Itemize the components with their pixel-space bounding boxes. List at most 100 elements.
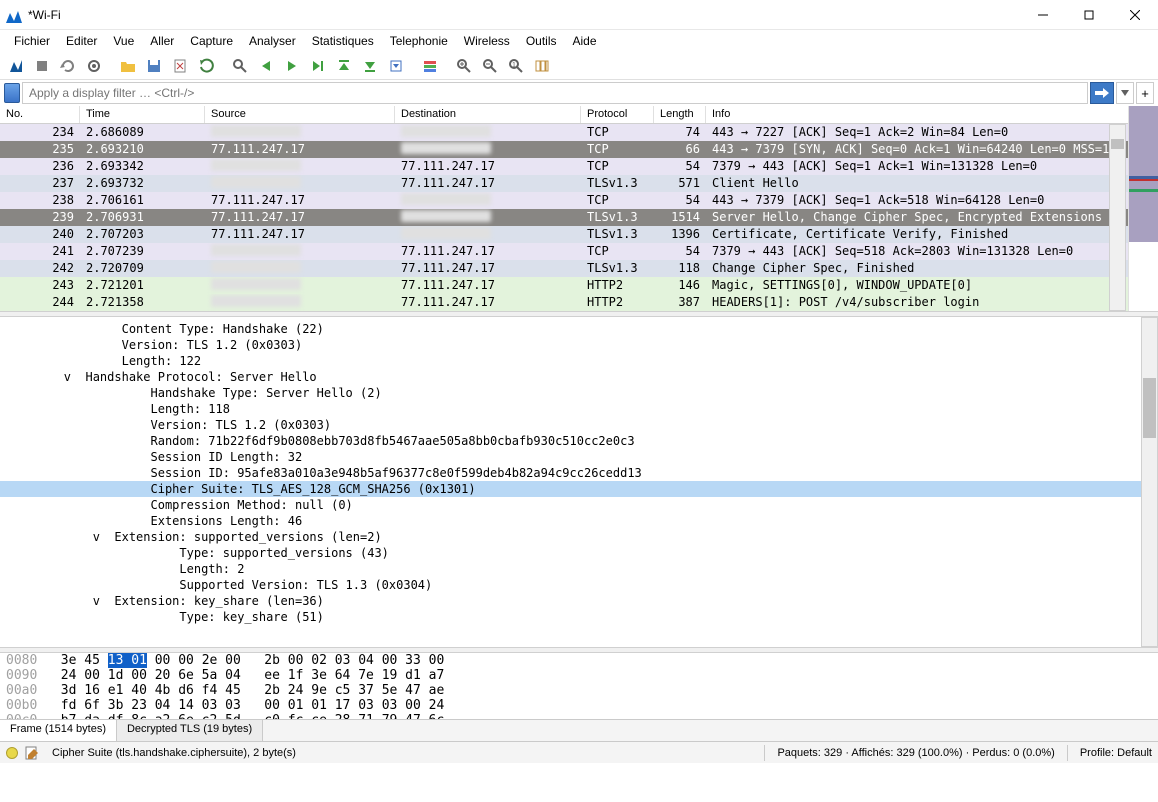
packet-row[interactable]: 2382.70616177.111.247.17TCP54443 → 7379 … <box>0 192 1158 209</box>
zoom-reset-button[interactable]: 1 <box>504 54 528 78</box>
menu-editer[interactable]: Editer <box>58 32 105 50</box>
packet-minimap[interactable] <box>1128 106 1158 311</box>
detail-line[interactable]: Extensions Length: 46 <box>0 513 1158 529</box>
shark-fin-icon <box>8 58 24 74</box>
restart-capture-button[interactable] <box>56 54 80 78</box>
packet-row[interactable]: 2432.72120177.111.247.17HTTP2146Magic, S… <box>0 277 1158 294</box>
detail-line[interactable]: Version: TLS 1.2 (0x0303) <box>0 417 1158 433</box>
menu-aller[interactable]: Aller <box>142 32 182 50</box>
detail-line[interactable]: Cipher Suite: TLS_AES_128_GCM_SHA256 (0x… <box>0 481 1158 497</box>
maximize-icon <box>1084 10 1094 20</box>
close-button[interactable] <box>1112 0 1158 30</box>
hex-line[interactable]: 0090 24 00 1d 00 20 6e 5a 04 ee 1f 3e 64… <box>6 668 1152 683</box>
zoom-in-button[interactable] <box>452 54 476 78</box>
minimize-button[interactable] <box>1020 0 1066 30</box>
scrollbar-thumb[interactable] <box>1143 378 1156 438</box>
detail-line[interactable]: Session ID: 95afe83a010a3e948b5af96377c8… <box>0 465 1158 481</box>
packet-list[interactable]: No. Time Source Destination Protocol Len… <box>0 106 1158 311</box>
filter-bookmark-button[interactable] <box>4 83 20 103</box>
save-file-button[interactable] <box>142 54 166 78</box>
display-filter-input[interactable] <box>22 82 1088 104</box>
menu-aide[interactable]: Aide <box>565 32 605 50</box>
packet-row[interactable]: 2342.686089TCP74443 → 7227 [ACK] Seq=1 A… <box>0 124 1158 141</box>
capture-options-button[interactable] <box>82 54 106 78</box>
hex-line[interactable]: 00b0 fd 6f 3b 23 04 14 03 03 00 01 01 17… <box>6 698 1152 713</box>
packet-list-header[interactable]: No. Time Source Destination Protocol Len… <box>0 106 1158 124</box>
scrollbar-thumb[interactable] <box>1111 139 1124 149</box>
packet-list-scrollbar[interactable] <box>1109 124 1126 311</box>
detail-line[interactable]: Handshake Type: Server Hello (2) <box>0 385 1158 401</box>
detail-line[interactable]: Type: supported_versions (43) <box>0 545 1158 561</box>
go-last-button[interactable] <box>358 54 382 78</box>
close-file-button[interactable] <box>168 54 192 78</box>
detail-line[interactable]: Length: 2 <box>0 561 1158 577</box>
detail-line[interactable]: Version: TLS 1.2 (0x0303) <box>0 337 1158 353</box>
filter-dropdown-button[interactable] <box>1116 82 1134 104</box>
open-file-button[interactable] <box>116 54 140 78</box>
go-first-button[interactable] <box>332 54 356 78</box>
column-destination[interactable]: Destination <box>395 106 581 123</box>
detail-line[interactable]: Length: 122 <box>0 353 1158 369</box>
cell: Server Hello, Change Cipher Spec, Encryp… <box>706 209 1158 226</box>
cell: 7379 → 443 [ACK] Seq=1 Ack=1 Win=131328 … <box>706 158 1158 175</box>
go-back-button[interactable] <box>254 54 278 78</box>
menu-analyser[interactable]: Analyser <box>241 32 304 50</box>
packet-row[interactable]: 2412.70723977.111.247.17TCP547379 → 443 … <box>0 243 1158 260</box>
column-protocol[interactable]: Protocol <box>581 106 654 123</box>
detail-line[interactable]: Type: key_share (51) <box>0 609 1158 625</box>
packet-row[interactable]: 2362.69334277.111.247.17TCP547379 → 443 … <box>0 158 1158 175</box>
detail-line[interactable]: Supported Version: TLS 1.3 (0x0304) <box>0 577 1158 593</box>
detail-line[interactable]: v Extension: key_share (len=36) <box>0 593 1158 609</box>
menu-statistiques[interactable]: Statistiques <box>304 32 382 50</box>
column-length[interactable]: Length <box>654 106 706 123</box>
detail-line[interactable]: Session ID Length: 32 <box>0 449 1158 465</box>
packet-row[interactable]: 2402.70720377.111.247.17TLSv1.31396Certi… <box>0 226 1158 243</box>
auto-scroll-button[interactable] <box>384 54 408 78</box>
menu-outils[interactable]: Outils <box>518 32 565 50</box>
resize-columns-button[interactable] <box>530 54 554 78</box>
packet-details-pane[interactable]: Content Type: Handshake (22) Version: TL… <box>0 317 1158 647</box>
hex-line[interactable]: 0080 3e 45 13 01 00 00 2e 00 2b 00 02 03… <box>6 653 1152 668</box>
menu-telephonie[interactable]: Telephonie <box>382 32 456 50</box>
tab-frame[interactable]: Frame (1514 bytes) <box>0 720 117 741</box>
menu-wireless[interactable]: Wireless <box>456 32 518 50</box>
detail-line[interactable]: Random: 71b22f6df9b0808ebb703d8fb5467aae… <box>0 433 1158 449</box>
column-time[interactable]: Time <box>80 106 205 123</box>
detail-scrollbar[interactable] <box>1141 317 1158 647</box>
packet-row[interactable]: 2352.69321077.111.247.17TCP66443 → 7379 … <box>0 141 1158 158</box>
svg-text:1: 1 <box>512 62 516 69</box>
packet-row[interactable]: 2372.69373277.111.247.17TLSv1.3571Client… <box>0 175 1158 192</box>
packet-row[interactable]: 2442.72135877.111.247.17HTTP2387HEADERS[… <box>0 294 1158 311</box>
find-packet-button[interactable] <box>228 54 252 78</box>
column-source[interactable]: Source <box>205 106 395 123</box>
expert-info-led[interactable] <box>6 747 18 759</box>
filter-apply-button[interactable] <box>1090 82 1114 104</box>
column-info[interactable]: Info <box>706 106 1158 123</box>
stop-capture-button[interactable] <box>30 54 54 78</box>
status-profile[interactable]: Profile: Default <box>1074 747 1158 759</box>
go-forward-button[interactable] <box>280 54 304 78</box>
column-no[interactable]: No. <box>0 106 80 123</box>
detail-line[interactable]: Compression Method: null (0) <box>0 497 1158 513</box>
detail-line[interactable]: v Handshake Protocol: Server Hello <box>0 369 1158 385</box>
edit-notes-icon[interactable] <box>24 745 40 761</box>
filter-add-button[interactable]: + <box>1136 82 1154 104</box>
zoom-out-button[interactable] <box>478 54 502 78</box>
hex-dump-pane[interactable]: 0080 3e 45 13 01 00 00 2e 00 2b 00 02 03… <box>0 653 1158 719</box>
detail-line[interactable]: v Extension: supported_versions (len=2) <box>0 529 1158 545</box>
menu-vue[interactable]: Vue <box>105 32 142 50</box>
detail-line[interactable]: Content Type: Handshake (22) <box>0 321 1158 337</box>
packet-row[interactable]: 2392.70693177.111.247.17TLSv1.31514Serve… <box>0 209 1158 226</box>
maximize-button[interactable] <box>1066 0 1112 30</box>
detail-line[interactable]: Length: 118 <box>0 401 1158 417</box>
chevron-down-icon <box>1121 90 1129 96</box>
menu-capture[interactable]: Capture <box>182 32 241 50</box>
packet-row[interactable]: 2422.72070977.111.247.17TLSv1.3118Change… <box>0 260 1158 277</box>
reload-button[interactable] <box>194 54 218 78</box>
menu-fichier[interactable]: Fichier <box>6 32 58 50</box>
start-capture-button[interactable] <box>4 54 28 78</box>
tab-decrypted-tls[interactable]: Decrypted TLS (19 bytes) <box>117 720 263 741</box>
colorize-button[interactable] <box>418 54 442 78</box>
hex-line[interactable]: 00a0 3d 16 e1 40 4b d6 f4 45 2b 24 9e c5… <box>6 683 1152 698</box>
go-to-packet-button[interactable] <box>306 54 330 78</box>
